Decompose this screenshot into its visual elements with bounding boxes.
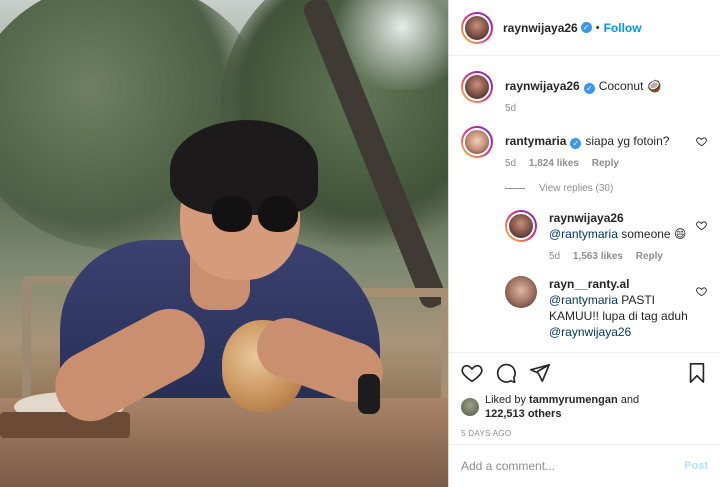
post-photo[interactable]: [0, 0, 448, 487]
likes-count[interactable]: 122,513 others: [485, 408, 561, 420]
post-side-panel: raynwijaya26 ✓ • Follow raynwijaya26 ✓ Coc…: [448, 0, 720, 487]
caption: raynwijaya26 ✓ Coconut 🥥 5d: [461, 71, 708, 114]
reply-item: raynwijaya26 @rantymaria someone 😄 5d 1,…: [505, 210, 708, 262]
comment-likes[interactable]: 1,824 likes: [529, 158, 579, 169]
share-icon[interactable]: [529, 362, 551, 384]
photo-watch: [358, 374, 380, 414]
likes-and: and: [620, 394, 640, 406]
post-comment-button[interactable]: Post: [684, 460, 708, 472]
liker-avatar[interactable]: [461, 398, 479, 416]
caption-username[interactable]: raynwijaya26: [505, 79, 580, 93]
caption-text: Coconut 🥥: [598, 79, 662, 93]
comment-input[interactable]: [461, 459, 685, 473]
heart-icon[interactable]: [461, 362, 483, 384]
reply-button[interactable]: Reply: [636, 251, 663, 262]
view-replies-toggle[interactable]: View replies (30): [505, 183, 708, 194]
author-avatar[interactable]: [461, 11, 493, 44]
reply-button[interactable]: Reply: [592, 158, 619, 169]
likes-prefix: Liked by: [485, 394, 526, 406]
separator-dot: •: [595, 21, 600, 34]
reply-likes[interactable]: 1,563 likes: [573, 251, 623, 262]
comment-text: siapa yg fotoin?: [585, 134, 670, 148]
bookmark-icon[interactable]: [686, 362, 708, 384]
view-replies-label[interactable]: View replies (30): [539, 183, 613, 194]
reply-item: rayn__ranty.al @rantymaria PASTI KAMUU!!…: [505, 276, 708, 340]
comment-age: 5d: [505, 158, 517, 169]
add-comment-bar: Post: [449, 444, 720, 487]
reply-mention-2[interactable]: @raynwijaya26: [549, 325, 631, 339]
comment-item: rantymaria ✓ siapa yg fotoin? 5d 1,824 lik…: [461, 126, 708, 169]
post-header: raynwijaya26 ✓ • Follow: [449, 0, 720, 56]
comments-list[interactable]: raynwijaya26 ✓ Coconut 🥥 5d rantymaria ✓ sia…: [449, 57, 720, 352]
post-timestamp: 5 DAYS AGO: [461, 429, 512, 438]
follow-button[interactable]: Follow: [604, 21, 642, 35]
reply-avatar[interactable]: [505, 210, 537, 242]
reply-avatar[interactable]: [505, 276, 537, 308]
reply-age: 5d: [549, 251, 561, 262]
caption-age: 5d: [505, 103, 517, 114]
liker-username[interactable]: tammyrumengan: [529, 394, 618, 406]
post-actions: Liked by tammyrumengan and 122,513 other…: [449, 352, 720, 438]
commenter-username[interactable]: rantymaria: [505, 134, 566, 148]
photo-sunglasses: [212, 196, 298, 236]
reply-username[interactable]: rayn__ranty.al: [549, 277, 630, 291]
likes-summary: Liked by tammyrumengan and 122,513 other…: [461, 393, 708, 421]
reply-like-heart-icon[interactable]: [696, 220, 708, 232]
reply-mention[interactable]: @rantymaria: [549, 293, 618, 307]
reply-username[interactable]: raynwijaya26: [549, 211, 624, 225]
comment-like-heart-icon[interactable]: [696, 136, 708, 148]
comment-icon[interactable]: [495, 362, 517, 384]
verified-badge-icon: ✓: [580, 22, 592, 33]
verified-badge-icon: ✓: [570, 138, 582, 149]
verified-badge-icon: ✓: [583, 83, 595, 94]
commenter-avatar[interactable]: [461, 126, 493, 158]
photo-board: [0, 412, 130, 438]
reply-text: someone 😄: [621, 227, 687, 241]
caption-avatar[interactable]: [461, 71, 493, 103]
author-username[interactable]: raynwijaya26: [503, 21, 578, 35]
reply-mention[interactable]: @rantymaria: [549, 227, 618, 241]
reply-like-heart-icon[interactable]: [696, 286, 708, 298]
